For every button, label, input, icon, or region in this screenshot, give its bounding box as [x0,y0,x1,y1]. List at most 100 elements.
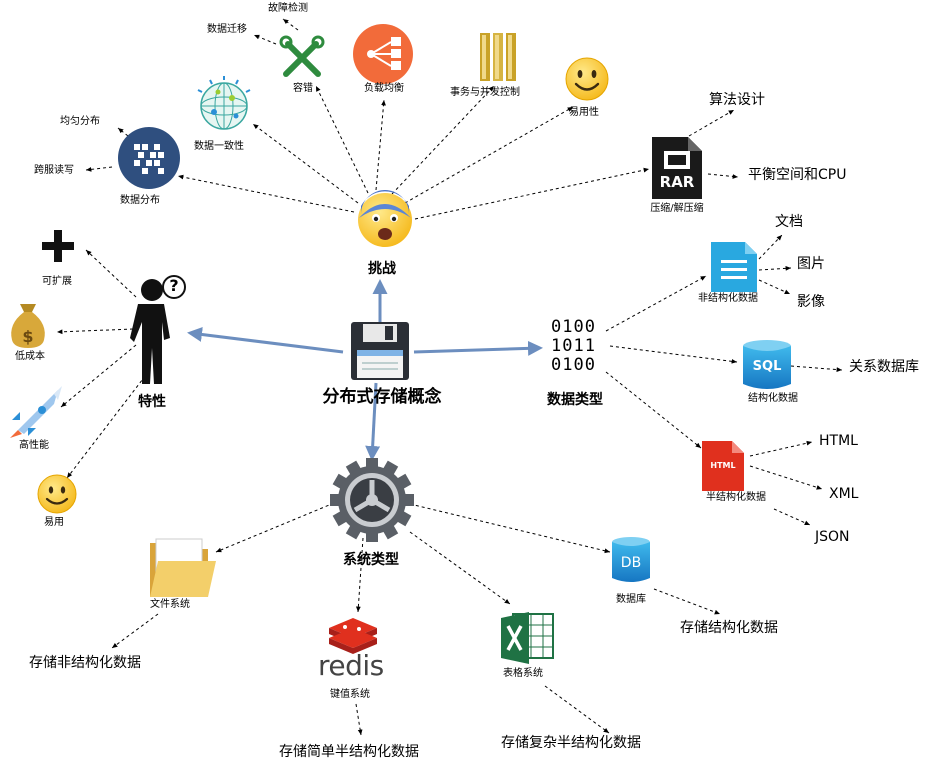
plus-icon [42,230,74,262]
label-high-perf: 高性能 [19,440,49,451]
edge-semi-html [749,440,813,457]
label-relational-db: 关系数据库 [849,359,919,375]
edge-file-note [111,613,159,649]
label-balance: 平衡空间和CPU [748,167,847,183]
dollar-sign-icon: $ [22,327,34,346]
edge-tolerance-migration [253,34,277,45]
smile-icon [565,57,609,101]
edge-challenges-distribution [177,174,355,213]
binary-row: 0100 [551,317,596,337]
anxious-face-icon [358,190,412,247]
edge-tolerance-fault-detect [282,18,299,31]
edge-gear-folder [215,502,335,553]
edge-semi-xml [749,465,823,490]
edge-gear-redis [355,537,364,613]
label-easy: 易用 [44,517,64,528]
edge-dist-even [117,127,129,137]
label-usability: 易用性 [569,107,599,118]
arrow-to-data-types [413,340,543,356]
rar-icon-text: RAR [659,173,695,191]
edge-semi-json [773,508,811,526]
label-kv-system: 键值系统 [330,689,370,700]
document-icon [711,242,757,292]
edge-challenges-transaction [391,85,495,195]
challenges-title: 挑战 [368,261,396,277]
edge-rar-balance [707,173,739,179]
label-db-note: 存储结构化数据 [680,620,778,636]
label-migration: 数据迁移 [207,24,247,35]
edge-kv-note [355,703,363,736]
rocket-icon [10,386,62,438]
features-title: 特性 [138,394,166,410]
label-cross-server: 跨服读写 [34,165,74,176]
globe-icon [200,82,248,130]
edge-table-note [544,685,610,734]
label-unstructured: 非结构化数据 [698,293,758,304]
label-file-note: 存储非结构化数据 [29,655,141,671]
label-video: 影像 [797,294,825,310]
excel-icon [501,612,554,664]
edge-gear-excel [409,531,511,605]
edge-person-scalable [85,249,137,298]
html-icon-text: HTML [710,461,736,470]
label-semi: 半结构化数据 [706,492,766,503]
folder-icon [150,538,216,597]
edge-person-lowcost [56,328,134,335]
edge-binary-unstructured [605,275,707,332]
label-distribution: 数据分布 [120,195,160,206]
arrow-to-features [187,327,344,354]
edge-rar-algorithm [688,109,735,137]
label-algorithm: 算法设计 [709,92,765,108]
sql-icon-text: SQL [752,359,782,374]
floppy-disk-icon [351,322,409,380]
question-mark-icon: ? [169,276,179,295]
label-table-note: 存储复杂半结构化数据 [501,735,641,751]
label-low-cost: 低成本 [15,351,45,362]
mind-map-canvas [10,18,843,736]
label-structured: 结构化数据 [748,393,798,404]
label-transaction: 事务与并发控制 [450,87,520,98]
edge-person-highperf [60,344,137,408]
edge-unstr-img [758,265,792,271]
label-load-balance: 负载均衡 [364,83,404,94]
edge-binary-structured [609,345,738,364]
label-scalable: 可扩展 [42,276,72,287]
label-fault-detect: 故障检测 [268,3,308,14]
label-fault-tolerance: 容错 [293,83,313,94]
label-image: 图片 [797,256,825,272]
label-even-distribution: 均匀分布 [60,116,100,127]
label-consistency: 数据一致性 [194,141,244,152]
gear-icon [330,458,414,542]
edge-gear-db [409,503,611,554]
edge-unstr-video [758,279,791,295]
binary-row: 1011 [551,336,596,356]
grid-icon [118,127,180,189]
edge-db-note [653,588,721,615]
label-file-system: 文件系统 [150,599,190,610]
binary-icon: 0100 1011 0100 [551,318,596,375]
label-db: 数据库 [616,594,646,605]
label-compression: 压缩/解压缩 [650,203,704,214]
data-types-title: 数据类型 [547,392,603,408]
edge-unstr-doc [758,234,783,260]
db-icon-text: DB [620,555,642,571]
label-kv-note: 存储简单半结构化数据 [279,744,419,760]
systems-title: 系统类型 [343,552,399,568]
label-table-system: 表格系统 [503,668,543,679]
edge-dist-cross [85,166,113,172]
edge-binary-semi [605,371,702,449]
edge-challenges-load-balance [375,99,386,191]
label-html: HTML [819,433,858,449]
edge-challenges-compression [414,167,650,220]
tools-icon [279,35,325,77]
binary-row: 0100 [551,355,596,375]
columns-icon [480,33,516,81]
edge-challenges-usability [404,106,574,204]
label-json: JSON [815,529,850,545]
redis-logo-text: redis [318,649,384,682]
edge-sql-rel [790,365,843,372]
smile-icon [37,474,77,514]
edge-person-easy [66,370,150,479]
label-doc: 文档 [775,214,803,230]
network-icon [353,24,413,84]
